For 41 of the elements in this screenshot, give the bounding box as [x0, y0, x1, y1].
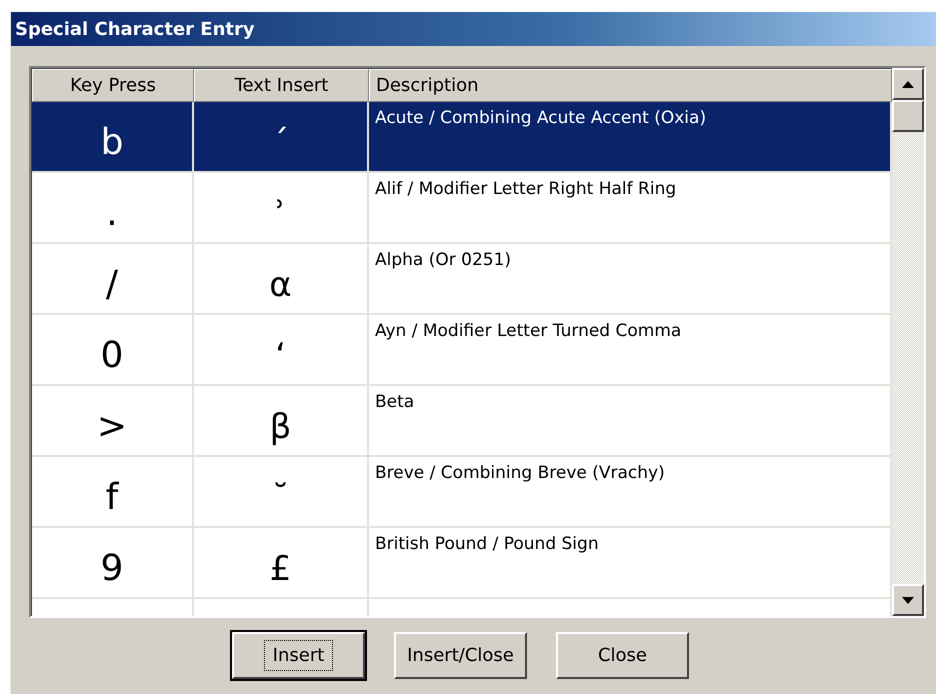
key-press-cell: 9	[100, 548, 124, 589]
table-row[interactable]: 0 ʻ Ayn / Modifier Letter Turned Comma	[32, 315, 892, 386]
text-insert-cell: β	[270, 407, 292, 447]
scroll-down-icon[interactable]	[902, 596, 914, 604]
description-cell: Beta	[375, 392, 414, 412]
table-row[interactable]: f ˘ Breve / Combining Breve (Vrachy)	[32, 457, 892, 528]
description-cell: Alif / Modifier Letter Right Half Ring	[375, 179, 676, 199]
key-press-cell: .	[106, 193, 118, 234]
scroll-up-button[interactable]	[892, 68, 924, 100]
table-row[interactable]: / α Alpha (Or 0251)	[32, 244, 892, 315]
dialog-button[interactable]: Close	[556, 632, 689, 679]
description-cell: Ayn / Modifier Letter Turned Comma	[375, 321, 682, 341]
table-row[interactable]: 9 £ British Pound / Pound Sign	[32, 528, 892, 599]
scroll-thumb[interactable]	[892, 100, 924, 132]
description-cell: Acute / Combining Acute Accent (Oxia)	[375, 108, 706, 128]
table-row[interactable]: > β Beta	[32, 386, 892, 457]
scroll-down-button[interactable]	[892, 584, 924, 616]
description-cell: Alpha (Or 0251)	[375, 250, 512, 270]
column-header[interactable]: Key Press	[32, 69, 194, 102]
window-title: Special Character Entry	[11, 12, 936, 46]
description-cell: Breve / Combining Breve (Vrachy)	[375, 463, 665, 483]
text-insert-cell: α	[269, 265, 292, 305]
key-press-cell: f	[106, 477, 118, 518]
scrollbar[interactable]	[892, 68, 924, 616]
table-row[interactable]: . ʾ Alif / Modifier Letter Right Half Ring	[32, 173, 892, 244]
key-press-cell: >	[96, 406, 128, 447]
text-insert-cell: ʾ	[275, 194, 286, 234]
text-insert-cell: ʻ	[275, 336, 286, 376]
table-row[interactable]: b ´ Acute / Combining Acute Accent (Oxia)	[32, 102, 892, 173]
key-press-cell: 0	[100, 335, 124, 376]
text-insert-cell: £	[270, 549, 292, 589]
key-press-cell: b	[100, 122, 124, 163]
scroll-up-icon[interactable]	[902, 80, 914, 88]
column-header[interactable]: Text Insert	[194, 69, 369, 102]
dialog-button[interactable]: Insert/Close	[394, 632, 527, 679]
column-header[interactable]: Description	[369, 69, 892, 102]
text-insert-cell: ´	[272, 123, 289, 163]
key-press-cell: /	[106, 264, 118, 305]
dialog-button[interactable]: Insert	[232, 632, 365, 679]
text-insert-cell: ˘	[272, 478, 289, 518]
description-cell: British Pound / Pound Sign	[375, 534, 599, 554]
